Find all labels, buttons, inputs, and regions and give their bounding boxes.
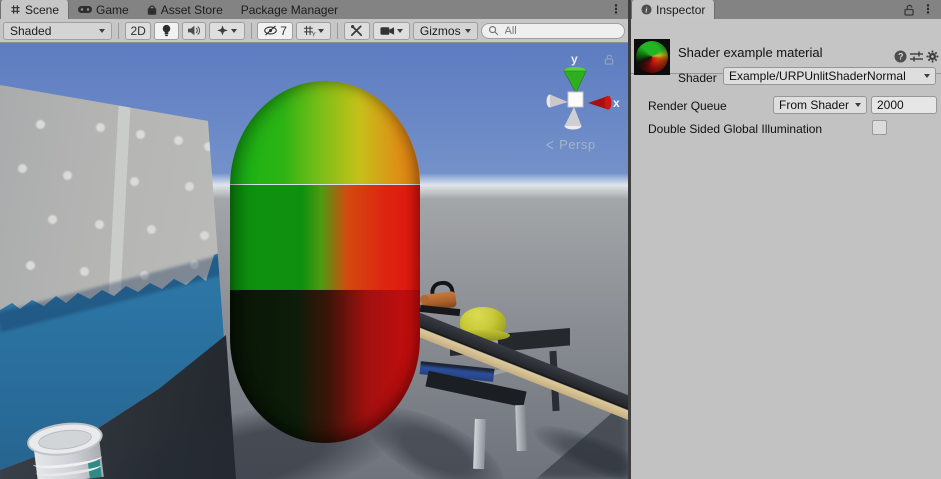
- crossed-tools-icon: [350, 24, 363, 37]
- toggle-2d-label: 2D: [131, 24, 146, 38]
- paint-bucket: [22, 410, 111, 479]
- tab-label: Asset Store: [161, 3, 223, 17]
- tab-label: Scene: [25, 3, 59, 17]
- tab-label: Game: [96, 3, 129, 17]
- chevron-down-icon: [99, 29, 105, 33]
- render-queue-mode: From Shader: [779, 98, 849, 112]
- double-sided-gi-checkbox[interactable]: [872, 120, 887, 135]
- chevron-down-icon: [397, 29, 403, 33]
- shader-dropdown[interactable]: Example/URPUnlitShaderNormal: [723, 67, 936, 85]
- material-title: Shader example material: [678, 45, 823, 60]
- tab-game[interactable]: Game: [69, 0, 138, 19]
- orientation-gizmo[interactable]: y x < Persp: [538, 51, 624, 159]
- audio-toggle-button[interactable]: [182, 22, 207, 40]
- draw-mode-dropdown[interactable]: Shaded: [3, 22, 112, 40]
- inspector-tabstrip: i Inspector ⋮: [631, 0, 941, 19]
- scene-viewport[interactable]: y x < Persp: [0, 43, 628, 479]
- gamepad-icon: [78, 5, 92, 14]
- svg-text:?: ?: [898, 52, 904, 62]
- unity-editor-window: { "scene_panel": { "tabs": [ {"label": "…: [0, 0, 941, 479]
- tab-package-manager[interactable]: Package Manager: [232, 0, 347, 19]
- camera-icon: [380, 26, 395, 36]
- render-queue-input[interactable]: [872, 97, 936, 113]
- axis-y-label: y: [571, 52, 578, 66]
- info-icon: i: [641, 4, 652, 15]
- render-queue-label: Render Queue: [648, 99, 727, 113]
- render-queue-dropdown[interactable]: From Shader: [773, 96, 867, 114]
- toggle-2d-button[interactable]: 2D: [125, 22, 151, 40]
- inspector-panel: i Inspector ⋮ Shader example material ? …: [631, 0, 941, 479]
- tool-knob: [420, 295, 429, 304]
- scene-more-menu[interactable]: ⋮: [604, 0, 628, 19]
- spackle-dots: [36, 120, 45, 129]
- chevron-left-icon: <: [546, 135, 554, 155]
- inspector-more-menu[interactable]: ⋮: [919, 0, 941, 19]
- bench-leg: [473, 419, 486, 469]
- presets-icon[interactable]: [910, 50, 923, 63]
- eye-slash-icon: [263, 25, 278, 36]
- gizmos-dropdown[interactable]: Gizmos: [413, 22, 478, 40]
- double-sided-gi-label: Double Sided Global Illumination: [648, 122, 822, 136]
- tab-scene[interactable]: Scene: [0, 0, 69, 19]
- effects-star-icon: [216, 25, 229, 36]
- workbench: [408, 273, 628, 479]
- chevron-down-icon: [231, 29, 237, 33]
- gear-icon[interactable]: [926, 50, 939, 63]
- shader-value: Example/URPUnlitShaderNormal: [729, 69, 906, 83]
- speaker-icon: [187, 25, 200, 36]
- hidden-count-label: 7: [280, 24, 287, 38]
- grid-axis-icon: Y: [303, 25, 316, 37]
- inspector-lock-icon[interactable]: [899, 0, 919, 19]
- view-lock-icon[interactable]: [604, 54, 614, 65]
- material-preview-sphere: [636, 41, 668, 73]
- scene-visibility-button[interactable]: 7: [257, 22, 292, 40]
- grid-visibility-dropdown-button[interactable]: Y: [296, 22, 331, 40]
- svg-text:Y: Y: [312, 32, 316, 36]
- material-header: Shader example material ? Shader Example…: [631, 19, 941, 74]
- lightbulb-icon: [162, 24, 171, 37]
- chevron-down-icon: [924, 74, 930, 78]
- scene-search-field[interactable]: [481, 23, 625, 39]
- render-queue-value-field: [871, 96, 937, 114]
- tab-label: Inspector: [656, 3, 705, 17]
- effects-dropdown-button[interactable]: [209, 22, 244, 40]
- material-preview[interactable]: [634, 39, 670, 75]
- chevron-down-icon: [465, 29, 471, 33]
- bag-icon: [147, 4, 157, 16]
- grid-icon: [10, 4, 21, 15]
- axis-x-label: x: [613, 96, 620, 110]
- power-tool: [420, 281, 470, 321]
- capsule-object: [230, 81, 420, 443]
- lighting-toggle-button[interactable]: [154, 22, 179, 40]
- tab-asset-store[interactable]: Asset Store: [138, 0, 232, 19]
- scene-toolbar: Shaded 2D 7 Y Gizmos: [0, 19, 628, 43]
- chevron-down-icon: [318, 29, 324, 33]
- tab-label: Package Manager: [241, 3, 338, 17]
- search-icon: [488, 25, 499, 36]
- search-input[interactable]: [503, 24, 613, 38]
- bench-leg: [515, 405, 527, 451]
- draw-mode-label: Shaded: [10, 24, 51, 38]
- gizmos-label: Gizmos: [420, 24, 461, 38]
- scene-tabstrip: Scene Game Asset Store Package Manager ⋮: [0, 0, 628, 19]
- shader-label: Shader: [678, 71, 717, 85]
- help-icon[interactable]: ?: [894, 50, 907, 63]
- camera-settings-dropdown-button[interactable]: [373, 22, 410, 40]
- chevron-down-icon: [855, 103, 861, 107]
- customize-tools-button[interactable]: [344, 22, 370, 40]
- projection-mode-label[interactable]: < Persp: [546, 137, 596, 152]
- tab-inspector[interactable]: i Inspector: [631, 0, 715, 19]
